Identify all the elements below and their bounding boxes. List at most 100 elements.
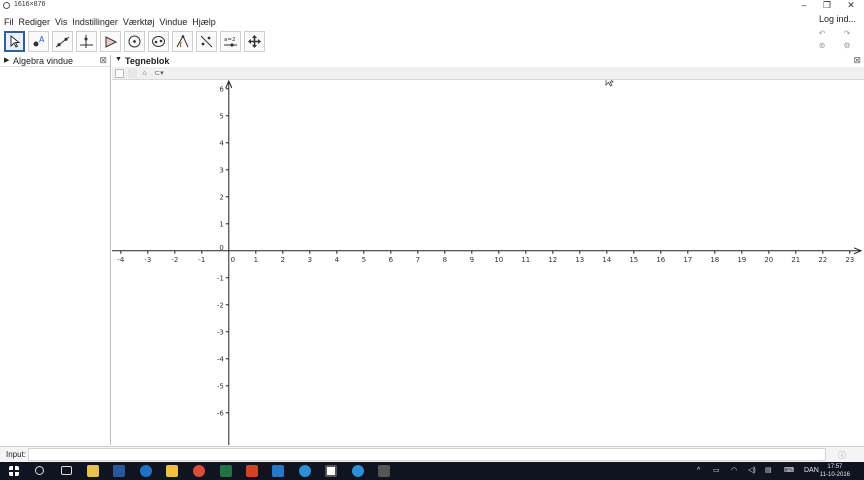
show-hidden-icons-icon[interactable]: ^ (697, 465, 700, 477)
chrome-icon[interactable] (193, 465, 205, 477)
y-tick-label: -6 (217, 409, 225, 417)
start-windows-icon[interactable] (9, 466, 19, 476)
circle-icon (128, 35, 141, 48)
perpendicular-line-tool-button[interactable] (76, 31, 97, 52)
graphics-panel: -4 -3 -2 -1 0 1 2 3 4 5 6 7 8 9 10 11 12 13 14 15 16 17 18 19 20… (112, 55, 864, 445)
notification-icon[interactable]: ▤ (765, 465, 772, 477)
home-icon[interactable]: ⌂ (140, 69, 149, 78)
folder-icon[interactable] (166, 465, 178, 477)
task-view-icon[interactable] (61, 466, 72, 475)
circle-tool-button[interactable] (124, 31, 145, 52)
toggle-grid-icon[interactable] (128, 69, 137, 78)
excel-icon[interactable] (220, 465, 232, 477)
expand-arrow-icon[interactable]: ▶ (4, 56, 9, 64)
x-tick-label: 23 (845, 256, 854, 264)
x-tick-label: 9 (470, 256, 474, 264)
x-tick-label: 18 (710, 256, 719, 264)
close-button[interactable]: ✕ (843, 0, 859, 11)
wifi-icon[interactable]: ◠ (731, 465, 737, 477)
settings-gear-icon[interactable]: ⚙ (838, 41, 856, 51)
y-tick-label: 3 (219, 166, 223, 174)
title-bar: 1616×876 – ❐ ✕ (0, 0, 864, 11)
edge-icon[interactable] (299, 465, 311, 477)
taskbar-clock[interactable]: 17:57 11-10-2016 (820, 463, 850, 479)
toggle-axes-icon[interactable] (115, 69, 124, 78)
file-explorer-icon[interactable] (87, 465, 99, 477)
restore-button[interactable]: ❐ (819, 0, 835, 11)
y-tick-label: 0 (219, 244, 223, 252)
graphics-style-bar: ⌂ ⊂▾ (112, 67, 864, 80)
clock-date: 11-10-2016 (819, 472, 850, 478)
slider-tool-button[interactable]: a=2 (220, 31, 241, 52)
graphics-panel-title: Tegneblok (125, 56, 170, 66)
y-tick-label: 4 (219, 139, 224, 147)
windows-taskbar: ^ ▭ ◠ ◁) ▤ ⌨ DAN 17:57 11-10-2016 (0, 462, 864, 480)
graphics-panel-close-icon[interactable]: ⊠ (853, 55, 861, 66)
slider-icon: a=2 (224, 37, 237, 47)
line-icon (55, 36, 70, 48)
store-icon[interactable] (272, 465, 284, 477)
x-tick-label: 8 (443, 256, 447, 264)
y-tick-label: -1 (217, 274, 224, 282)
minimize-button[interactable]: – (796, 0, 812, 11)
collapse-arrow-icon[interactable]: ▼ (115, 56, 122, 63)
internet-explorer-icon[interactable] (352, 465, 364, 477)
algebra-panel-close-icon[interactable]: ⊠ (99, 55, 107, 66)
ellipse-icon (152, 36, 165, 47)
perpendicular-line-icon (80, 35, 93, 48)
undo-button[interactable]: ↶ (813, 29, 831, 39)
menu-bar: Fil Rediger Vis Indstillinger Værktøj Vindue H… (0, 12, 864, 27)
geogebra-taskbar-icon[interactable] (325, 465, 337, 477)
login-link[interactable]: Log ind... (819, 12, 856, 27)
x-tick-label: 21 (791, 256, 800, 264)
polygon-tool-button[interactable] (100, 31, 121, 52)
input-help-icon[interactable]: ⓘ (838, 450, 846, 461)
x-tick-label: 14 (602, 256, 611, 264)
input-label: Input: (6, 450, 27, 459)
x-tick-label: 7 (416, 256, 420, 264)
search-icon[interactable] (35, 466, 44, 475)
ellipse-tool-button[interactable] (148, 31, 169, 52)
help-icon[interactable]: ⊚ (813, 41, 831, 51)
algebra-panel-title: Algebra vindue (13, 56, 74, 66)
input-bar: Input: ⓘ (0, 446, 864, 462)
app-taskbar-icon[interactable] (378, 465, 390, 477)
powerpoint-icon[interactable] (246, 465, 258, 477)
x-tick-label: 10 (494, 256, 503, 264)
x-tick-label: 13 (575, 256, 584, 264)
svg-text:A: A (39, 35, 45, 44)
window-title: 1616×876 (14, 1, 46, 8)
x-tick-label: -3 (144, 256, 151, 264)
angle-icon (176, 34, 189, 48)
move-graphics-view-tool-button[interactable] (244, 31, 265, 52)
word-icon[interactable] (113, 465, 125, 477)
onedrive-icon[interactable] (140, 465, 152, 477)
y-tick-label: 1 (219, 220, 223, 228)
geogebra-app-icon (3, 2, 10, 9)
x-tick-label: 4 (335, 256, 340, 264)
x-tick-label: -1 (198, 256, 205, 264)
line-tool-button[interactable] (52, 31, 73, 52)
redo-button[interactable]: ↷ (838, 29, 856, 39)
input-field[interactable] (28, 448, 826, 461)
reflect-tool-button[interactable] (196, 31, 217, 52)
y-tick-label: -3 (217, 328, 224, 336)
snap-point-dropdown-icon[interactable]: ⊂▾ (151, 69, 167, 78)
algebra-panel: ▶ Algebra vindue ⊠ (0, 55, 111, 445)
x-tick-label: 12 (548, 256, 557, 264)
angle-tool-button[interactable] (172, 31, 193, 52)
keyboard-icon[interactable]: ⌨ (784, 465, 794, 477)
x-tick-label: 22 (818, 256, 827, 264)
x-tick-label: 15 (629, 256, 638, 264)
x-tick-label: 11 (521, 256, 530, 264)
graphics-canvas[interactable]: -4 -3 -2 -1 0 1 2 3 4 5 6 7 8 9 10 11 12 13 14 15 16 17 18 19 20… (112, 55, 864, 445)
x-tick-label: 5 (362, 256, 366, 264)
x-tick-label: 17 (683, 256, 692, 264)
battery-icon: ▭ (713, 467, 720, 474)
move-tool-button[interactable] (4, 31, 25, 52)
x-tick-label: 0 (231, 256, 235, 264)
volume-icon[interactable]: ◁) (748, 465, 756, 477)
language-indicator[interactable]: DAN (804, 465, 819, 477)
point-tool-button[interactable]: A (28, 31, 49, 52)
x-tick-label: 19 (737, 256, 746, 264)
